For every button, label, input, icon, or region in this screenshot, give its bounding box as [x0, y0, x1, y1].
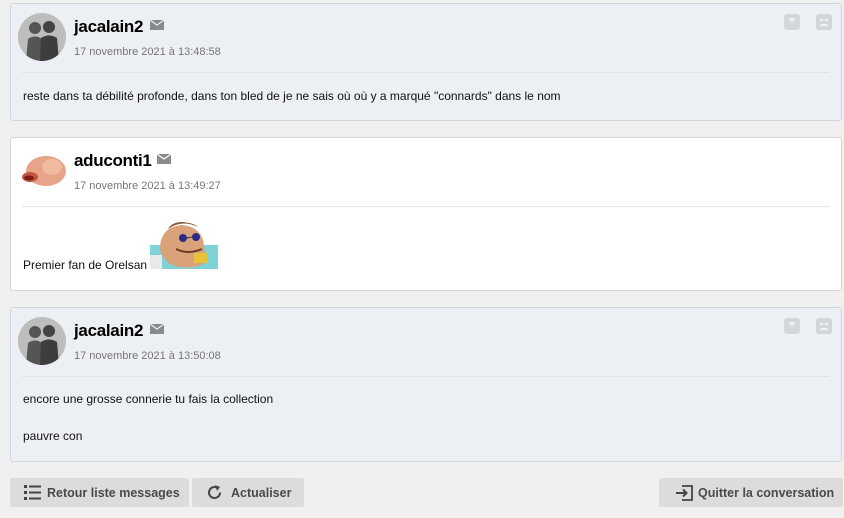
- message-text: Premier fan de Orelsan: [23, 258, 148, 272]
- message-date: 17 novembre 2021 à 13:50:08: [74, 350, 221, 362]
- message-text: pauvre con: [23, 429, 83, 443]
- refresh-button[interactable]: Actualiser: [192, 478, 304, 507]
- message-date: 17 novembre 2021 à 13:48:58: [74, 46, 221, 58]
- quote-icon: ": [789, 320, 795, 334]
- separator: [23, 72, 829, 73]
- list-icon: [24, 485, 41, 500]
- author-name[interactable]: jacalain2: [74, 321, 143, 341]
- exit-door-icon: [676, 484, 693, 501]
- refresh-icon: [208, 485, 221, 499]
- leave-conversation-button[interactable]: Quitter la conversation: [659, 478, 843, 507]
- report-button[interactable]: [816, 14, 832, 30]
- quote-button[interactable]: ": [784, 318, 800, 334]
- svg-text:": ": [789, 320, 795, 334]
- message-card: jacalain2 17 novembre 2021 à 13:50:08 " …: [10, 307, 842, 462]
- message-card: jacalain2 17 novembre 2021 à 13:48:58 " …: [10, 3, 842, 121]
- message-card: aduconti1 17 novembre 2021 à 13:49:27 Pr…: [10, 137, 842, 291]
- message-text: reste dans ta débilité profonde, dans to…: [23, 89, 561, 103]
- author-name[interactable]: aduconti1: [74, 151, 152, 171]
- sad-face-icon: [820, 322, 828, 331]
- svg-text:": ": [789, 16, 795, 30]
- back-to-list-button[interactable]: Retour liste messages: [10, 478, 189, 507]
- separator: [23, 376, 829, 377]
- avatar[interactable]: [18, 147, 66, 195]
- report-button[interactable]: [816, 318, 832, 334]
- avatar-silhouette-icon: [18, 13, 66, 61]
- avatar-silhouette-icon: [18, 317, 66, 365]
- quote-button[interactable]: ": [784, 14, 800, 30]
- back-to-list-label: Retour liste messages: [47, 485, 180, 500]
- separator: [23, 206, 829, 207]
- mail-icon[interactable]: [157, 154, 171, 164]
- avatar[interactable]: [18, 13, 66, 61]
- mail-icon[interactable]: [150, 324, 164, 334]
- avatar[interactable]: [18, 317, 66, 365]
- message-date: 17 novembre 2021 à 13:49:27: [74, 180, 221, 192]
- sticker-image: [150, 219, 218, 269]
- mail-icon[interactable]: [150, 20, 164, 30]
- sad-face-icon: [820, 18, 828, 27]
- leave-conversation-label: Quitter la conversation: [698, 485, 835, 500]
- author-name[interactable]: jacalain2: [74, 17, 143, 37]
- quote-icon: ": [789, 16, 795, 30]
- message-text: encore une grosse connerie tu fais la co…: [23, 392, 274, 406]
- avatar-mouth-icon: [18, 147, 66, 195]
- refresh-label: Actualiser: [231, 485, 292, 500]
